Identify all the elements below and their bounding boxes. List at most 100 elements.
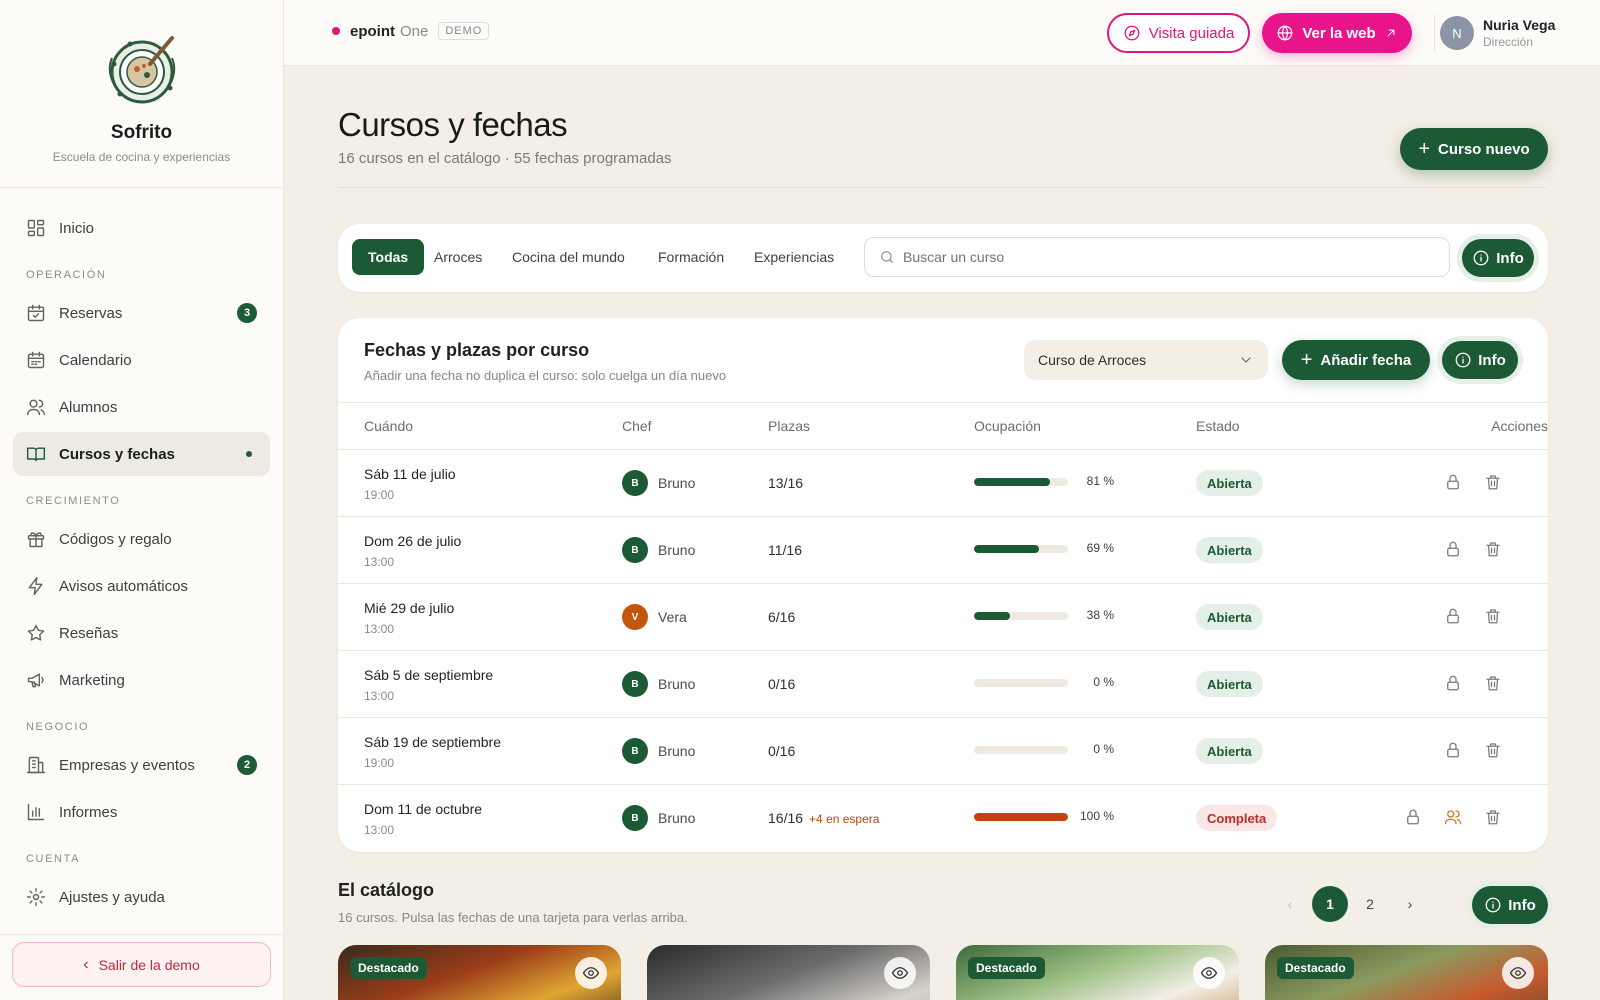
sidebar-divider <box>0 934 284 935</box>
featured-badge: Destacado <box>968 957 1045 979</box>
preview-button[interactable] <box>1193 957 1225 989</box>
view-website-button[interactable]: Ver la web <box>1262 13 1412 53</box>
catalog-tile[interactable]: Destacado <box>1265 945 1548 1000</box>
chef-avatar: B <box>622 738 648 764</box>
catalog-tile[interactable] <box>647 945 930 1000</box>
lock-date-button[interactable] <box>1444 607 1462 625</box>
occupancy-bar <box>974 612 1068 620</box>
table-row: Dom 11 de octubre 13:00 B Bruno 16/16 +4 en e… <box>338 785 1548 852</box>
seats-value: 0/16 <box>768 676 796 692</box>
row-date: Sáb 19 de septiembre <box>364 734 501 750</box>
seats-value: 0/16 <box>768 743 796 759</box>
compass-icon <box>1124 25 1140 41</box>
catalog-tile[interactable]: Destacado <box>338 945 621 1000</box>
filter-chip-formacion[interactable]: Formación <box>642 239 740 275</box>
chef-avatar: B <box>622 537 648 563</box>
brand-name: Sofrito <box>110 122 173 143</box>
schedule-info-button[interactable]: Info <box>1442 341 1518 379</box>
search-box <box>864 237 1450 277</box>
filter-chip-arroces[interactable]: Arroces <box>418 239 498 275</box>
title-divider <box>338 187 1546 188</box>
row-time: 19:00 <box>364 756 395 770</box>
nav-section-operacion: OPERACIÓN <box>26 269 107 281</box>
waitlist-button[interactable] <box>1444 808 1462 826</box>
calendar-check-icon <box>27 304 45 322</box>
sofrito-logo <box>108 36 175 104</box>
row-seats: 16/16 +4 en espera <box>768 810 879 826</box>
globe-icon <box>1277 25 1293 41</box>
preview-button[interactable] <box>884 957 916 989</box>
sidebar-item-marketing[interactable]: Marketing <box>13 658 270 702</box>
sidebar-item-informes[interactable]: Informes <box>13 790 270 834</box>
sidebar-item-calendario[interactable]: Calendario <box>13 338 270 382</box>
filters-info-button[interactable]: Info <box>1462 239 1534 277</box>
pager-prev-button[interactable]: ‹ <box>1272 886 1308 922</box>
filter-chip-todas[interactable]: Todas <box>352 239 425 275</box>
delete-date-button[interactable] <box>1484 808 1502 826</box>
seats-value: 6/16 <box>768 609 796 625</box>
delete-date-button[interactable] <box>1484 674 1502 692</box>
sidebar-item-inicio[interactable]: Inicio <box>13 206 270 250</box>
sidebar-item-resenas[interactable]: Reseñas <box>13 611 270 655</box>
users-icon <box>26 399 46 416</box>
delete-date-button[interactable] <box>1484 741 1502 759</box>
preview-button[interactable] <box>1502 957 1534 989</box>
avatar: N <box>1440 16 1474 50</box>
lock-date-button[interactable] <box>1404 808 1422 826</box>
sidebar-item-cursos-y-fechas[interactable]: Cursos y fechas <box>13 432 270 476</box>
sidebar-item-alumnos[interactable]: Alumnos <box>13 385 270 429</box>
filter-chip-cocina-del-mundo[interactable]: Cocina del mundo <box>496 239 641 275</box>
info-icon <box>1455 352 1471 368</box>
status-badge: Completa <box>1196 805 1278 831</box>
sidebar-item-reservas[interactable]: Reservas 3 <box>13 291 270 335</box>
active-indicator-dot <box>246 451 252 457</box>
plus-icon: + <box>1300 348 1313 371</box>
gift-icon <box>27 532 45 548</box>
pager-page-2[interactable]: 2 <box>1352 886 1388 922</box>
add-date-button[interactable]: + Añadir fecha <box>1282 340 1430 380</box>
pager-page-1[interactable]: 1 <box>1312 886 1348 922</box>
sidebar-item-codigos-y-regalo[interactable]: Códigos y regalo <box>13 517 270 561</box>
sidebar-item-label: Ajustes y ayuda <box>59 888 165 906</box>
dashboard-icon <box>27 219 45 237</box>
delete-date-button[interactable] <box>1484 540 1502 558</box>
pager-next-button[interactable]: › <box>1392 886 1428 922</box>
column-header-acciones: Acciones <box>1491 418 1548 434</box>
occupancy-bar <box>974 746 1068 754</box>
status-badge: Abierta <box>1196 671 1263 697</box>
lock-date-button[interactable] <box>1444 473 1462 491</box>
occupancy-percent: 0 % <box>1093 675 1114 689</box>
sidebar-item-label: Empresas y eventos <box>59 756 195 774</box>
lock-date-button[interactable] <box>1444 741 1462 759</box>
column-header-cuando: Cuándo <box>364 418 414 434</box>
row-chef: B Bruno <box>622 671 695 697</box>
delete-date-button[interactable] <box>1484 473 1502 491</box>
lock-date-button[interactable] <box>1444 540 1462 558</box>
info-icon <box>1485 897 1501 913</box>
row-time: 13:00 <box>364 689 395 703</box>
delete-date-button[interactable] <box>1484 607 1502 625</box>
featured-badge: Destacado <box>350 957 427 979</box>
guided-tour-button[interactable]: Visita guiada <box>1107 13 1250 53</box>
catalog-subtitle: 16 cursos. Pulsa las fechas de una tarje… <box>338 910 688 925</box>
chef-name: Bruno <box>658 743 696 759</box>
chef-avatar: B <box>622 470 648 496</box>
course-select[interactable]: Curso de Arroces <box>1024 340 1268 380</box>
new-course-button[interactable]: + Curso nuevo <box>1400 128 1548 170</box>
add-date-label: Añadir fecha <box>1320 351 1412 369</box>
sidebar: Sofrito Escuela de cocina y experiencias… <box>0 0 284 1000</box>
sidebar-item-ajustes-y-ayuda[interactable]: Ajustes y ayuda <box>13 875 270 919</box>
exit-demo-button[interactable]: ‹ Salir de la demo <box>12 942 271 987</box>
sidebar-item-label: Códigos y regalo <box>59 530 172 548</box>
preview-button[interactable] <box>575 957 607 989</box>
column-header-chef: Chef <box>622 418 652 434</box>
catalog-info-button[interactable]: Info <box>1472 886 1548 924</box>
row-chef: B Bruno <box>622 738 695 764</box>
sidebar-item-avisos-automaticos[interactable]: Avisos automáticos <box>13 564 270 608</box>
catalog-tile[interactable]: Destacado <box>956 945 1239 1000</box>
user-menu[interactable]: N Nuria Vega Dirección <box>1440 16 1555 50</box>
lock-date-button[interactable] <box>1444 674 1462 692</box>
search-input[interactable] <box>903 249 1423 265</box>
sidebar-item-empresas-y-eventos[interactable]: Empresas y eventos 2 <box>13 743 270 787</box>
filter-chip-experiencias[interactable]: Experiencias <box>738 239 850 275</box>
